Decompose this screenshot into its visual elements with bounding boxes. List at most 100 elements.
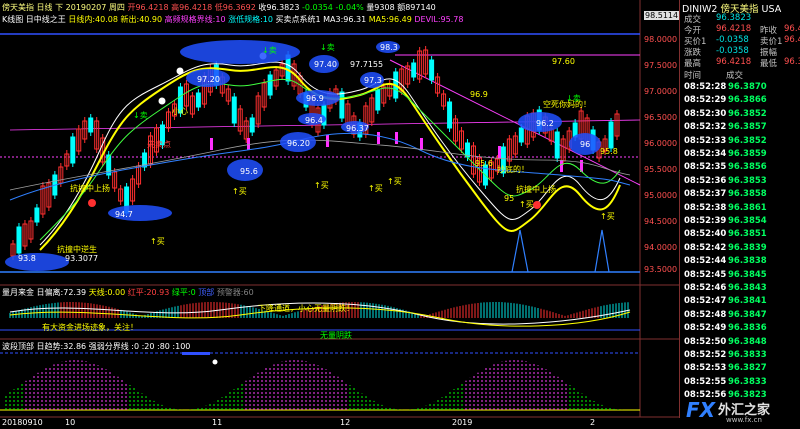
magenta-marker (395, 132, 398, 144)
quote-label: 最高 (684, 59, 702, 69)
tick-price: 96.3833 (728, 350, 767, 360)
candle-body (375, 89, 381, 111)
sub1-note-3: 无量阴跌 (320, 331, 352, 340)
ellipse-label-96-4: 96.4 (305, 116, 323, 125)
x-tick-4: 2019 (452, 418, 473, 427)
ellipse-label-96-9: 96.9 (306, 94, 324, 103)
watermark: FX 外汇之家 www.fx.cn (686, 395, 798, 427)
label-95-6: 95.6 (475, 159, 493, 168)
label-95-8: 95.8 (600, 147, 618, 156)
time-header: 时间 (684, 71, 702, 81)
x-tick-1: 10 (65, 418, 76, 427)
price-tick-7: 95.0000 (644, 191, 678, 200)
tick-time: 08:52:40 (684, 229, 727, 240)
sub1-name: 量月来金 (2, 288, 34, 297)
tick-price: 96.3861 (728, 202, 767, 213)
tick-price: 96.3852 (728, 108, 767, 119)
tick-time: 08:52:45 (684, 269, 727, 280)
sub1-f: 预警器:60 (216, 288, 254, 297)
tick-time: 08:52:48 (684, 309, 727, 320)
tick-time: 08:52:47 (684, 296, 727, 307)
x-tick-3: 12 (340, 418, 351, 427)
candle-body (429, 59, 435, 81)
tick-price: 96.3843 (728, 283, 767, 293)
price-tick-10: 93.5000 (644, 265, 678, 274)
label-97-60: 97.60 (552, 57, 575, 66)
price-tick-4: 96.5000 (644, 113, 678, 122)
tick-price: 96.3866 (728, 95, 767, 106)
price-tick-2: 97.5000 (644, 61, 678, 70)
x-tick-0: 20180910 (2, 418, 43, 427)
price-tick-0: 98.5114 (644, 11, 680, 20)
x-tick-5: 2 (590, 418, 596, 427)
price-tick-3: 97.0000 (644, 87, 678, 96)
tick-price: 96.3845 (728, 269, 767, 280)
tick-time: 08:52:33 (684, 135, 727, 146)
red-dot (88, 199, 96, 207)
sub1-d: 绿平:0 (171, 288, 196, 297)
buy-signal-2: ↑买 (232, 187, 247, 196)
magenta-marker (210, 138, 213, 150)
label-96-9: 96.9 (470, 90, 488, 99)
candle-body (411, 62, 417, 78)
sub1-legend: 量月来金 日偏离:72.39 天线:0.00 红平:20.93 绿平:0 顶部 … (2, 287, 254, 298)
quote-value: 96.3823 (716, 13, 752, 23)
quote-label-2: 最低 (760, 59, 778, 69)
sub2-marker (182, 352, 210, 355)
highlight-ellipse (5, 253, 69, 271)
candle-body (88, 117, 94, 133)
price-tick-8: 94.5000 (644, 217, 678, 226)
magenta-marker (377, 132, 380, 144)
x-tick-2: 11 (212, 418, 223, 427)
tick-price: 96.3841 (728, 296, 767, 307)
ellipse-label-96: 96 (580, 140, 591, 149)
tick-price: 96.3853 (728, 175, 767, 186)
tick-time: 08:52:55 (684, 376, 727, 387)
candle-body (34, 207, 40, 223)
sub2-a: 日趋势:32.86 (36, 342, 87, 351)
tick-price: 96.3848 (728, 336, 767, 347)
tick-time: 08:52:29 (684, 95, 727, 106)
sub1-a: 日偏离:72.39 (36, 288, 87, 297)
price-header: 成交 (726, 71, 744, 81)
annotation-xiaoxin: 小心 (172, 107, 188, 116)
tick-price: 96.3847 (728, 309, 767, 320)
quote-value: 96.4218 (716, 57, 752, 67)
buy-signal-1: ↑买 (150, 237, 165, 246)
tick-time: 08:52:35 (684, 162, 727, 173)
sub2-b: 强弱分界线 (88, 342, 129, 351)
candle-body (608, 121, 614, 149)
tick-price: 96.3856 (728, 162, 767, 173)
sub2-legend: 波段顶部 日趋势:32.86 强弱分界线 :0 :20 :80 :100 (2, 341, 190, 352)
quote-value-2: 96.4 (784, 24, 800, 34)
annotation-shangyang-2: 抗撞中上扬 (516, 185, 556, 194)
buy-signal-7: ↑买 (600, 212, 615, 221)
candle-body (339, 91, 345, 119)
magenta-marker (498, 146, 501, 158)
buy-signal-3: ↑买 (314, 181, 329, 190)
tick-time: 08:52:34 (684, 149, 727, 159)
ellipse-label-97-20: 97.20 (197, 75, 220, 84)
tick-time: 08:52:39 (684, 216, 727, 226)
candle-body (518, 127, 524, 143)
tick-price: 96.3833 (728, 376, 767, 387)
tick-time: 08:52:50 (684, 336, 727, 347)
ellipse-label-94-7: 94.7 (115, 210, 133, 219)
price-tick-6: 95.5000 (644, 165, 678, 174)
sub2-c: :0 (131, 342, 140, 351)
tick-time: 08:52:42 (684, 242, 727, 253)
candle-body (231, 96, 237, 124)
watermark-sub: www.fx.cn (726, 416, 762, 424)
sell-signal-2: ↓卖 (262, 46, 277, 55)
sub1-note-1: 下降通道，小心无量阴跌！ (258, 304, 354, 313)
sell-signal-3: ↓卖 (133, 111, 148, 120)
buy-signal-5: ↑买 (387, 177, 402, 186)
annotation-kongjiao: 空死你妈的！ (543, 100, 591, 109)
annotation-xianzhu: 先卖点 (147, 140, 171, 149)
tick-price: 96.3854 (728, 216, 767, 226)
tick-time: 08:52:44 (684, 256, 727, 267)
tick-time: 08:52:32 (684, 122, 727, 133)
candle-body (195, 92, 201, 108)
chart-area[interactable]: 傍天美指 日线 下 20190207 周四 开96.4218 高96.4218 … (0, 0, 680, 429)
annotation-yunsheng: 抗撞中逆生 (57, 245, 97, 254)
